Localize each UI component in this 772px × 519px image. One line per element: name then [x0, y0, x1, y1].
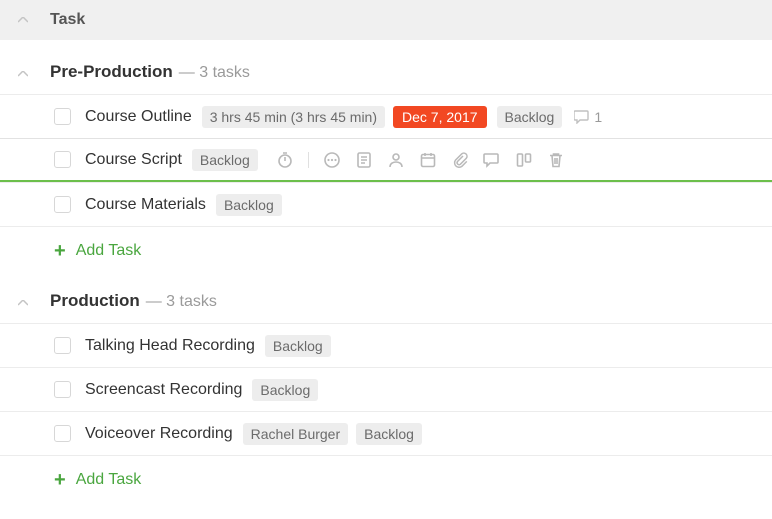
- task-title[interactable]: Course Materials: [85, 196, 206, 214]
- section-pre-production: Pre-Production — 3 tasks Course Outline …: [0, 40, 772, 269]
- section-title[interactable]: Production: [50, 291, 140, 311]
- columns-icon[interactable]: [515, 151, 533, 169]
- time-badge: 3 hrs 45 min (3 hrs 45 min): [202, 106, 385, 128]
- comment-icon[interactable]: [483, 151, 501, 169]
- task-row[interactable]: Voiceover Recording Rachel Burger Backlo…: [0, 411, 772, 455]
- plus-icon: +: [54, 241, 66, 261]
- status-badge[interactable]: Backlog: [252, 379, 318, 401]
- task-title[interactable]: Course Outline: [85, 108, 192, 126]
- timer-icon[interactable]: [276, 151, 294, 169]
- date-badge[interactable]: Dec 7, 2017: [393, 106, 487, 128]
- assignee-badge[interactable]: Rachel Burger: [243, 423, 349, 445]
- task-action-toolbar: [276, 151, 565, 169]
- task-title[interactable]: Course Script: [85, 151, 182, 169]
- toolbar-divider: [308, 152, 309, 168]
- status-badge[interactable]: Backlog: [265, 335, 331, 357]
- attachment-icon[interactable]: [451, 151, 469, 169]
- section-production: Production — 3 tasks Talking Head Record…: [0, 269, 772, 498]
- section-task-count: — 3 tasks: [179, 64, 250, 82]
- task-checkbox[interactable]: [54, 337, 71, 354]
- status-badge[interactable]: Backlog: [356, 423, 422, 445]
- task-checkbox[interactable]: [54, 425, 71, 442]
- column-title: Task: [50, 11, 85, 29]
- section-task-count: — 3 tasks: [146, 293, 217, 311]
- plus-icon: +: [54, 470, 66, 490]
- comment-count[interactable]: 1: [574, 109, 602, 125]
- more-icon[interactable]: [323, 151, 341, 169]
- add-task-label: Add Task: [76, 242, 142, 260]
- comment-count-value: 1: [594, 109, 602, 125]
- task-row[interactable]: Screencast Recording Backlog: [0, 367, 772, 411]
- status-badge[interactable]: Backlog: [497, 106, 563, 128]
- task-row[interactable]: Course Script Backlog: [0, 138, 772, 182]
- task-checkbox[interactable]: [54, 381, 71, 398]
- trash-icon[interactable]: [547, 151, 565, 169]
- section-collapse-icon[interactable]: [14, 300, 32, 306]
- task-row[interactable]: Course Outline 3 hrs 45 min (3 hrs 45 mi…: [0, 94, 772, 138]
- section-title[interactable]: Pre-Production: [50, 62, 173, 82]
- task-title[interactable]: Screencast Recording: [85, 381, 242, 399]
- status-badge[interactable]: Backlog: [192, 149, 258, 171]
- collapse-toggle-icon[interactable]: [14, 17, 32, 23]
- task-title[interactable]: Talking Head Recording: [85, 337, 255, 355]
- task-checkbox[interactable]: [54, 108, 71, 125]
- status-badge[interactable]: Backlog: [216, 194, 282, 216]
- task-checkbox[interactable]: [54, 196, 71, 213]
- section-header: Production — 3 tasks: [0, 291, 772, 323]
- task-row[interactable]: Course Materials Backlog: [0, 182, 772, 226]
- add-task-label: Add Task: [76, 471, 142, 489]
- calendar-icon[interactable]: [419, 151, 437, 169]
- note-icon[interactable]: [355, 151, 373, 169]
- section-collapse-icon[interactable]: [14, 71, 32, 77]
- task-title[interactable]: Voiceover Recording: [85, 425, 233, 443]
- add-task-button[interactable]: + Add Task: [0, 455, 772, 498]
- task-checkbox[interactable]: [54, 151, 71, 168]
- task-row[interactable]: Talking Head Recording Backlog: [0, 323, 772, 367]
- assignee-icon[interactable]: [387, 151, 405, 169]
- section-header: Pre-Production — 3 tasks: [0, 62, 772, 94]
- column-header: Task: [0, 0, 772, 40]
- add-task-button[interactable]: + Add Task: [0, 226, 772, 269]
